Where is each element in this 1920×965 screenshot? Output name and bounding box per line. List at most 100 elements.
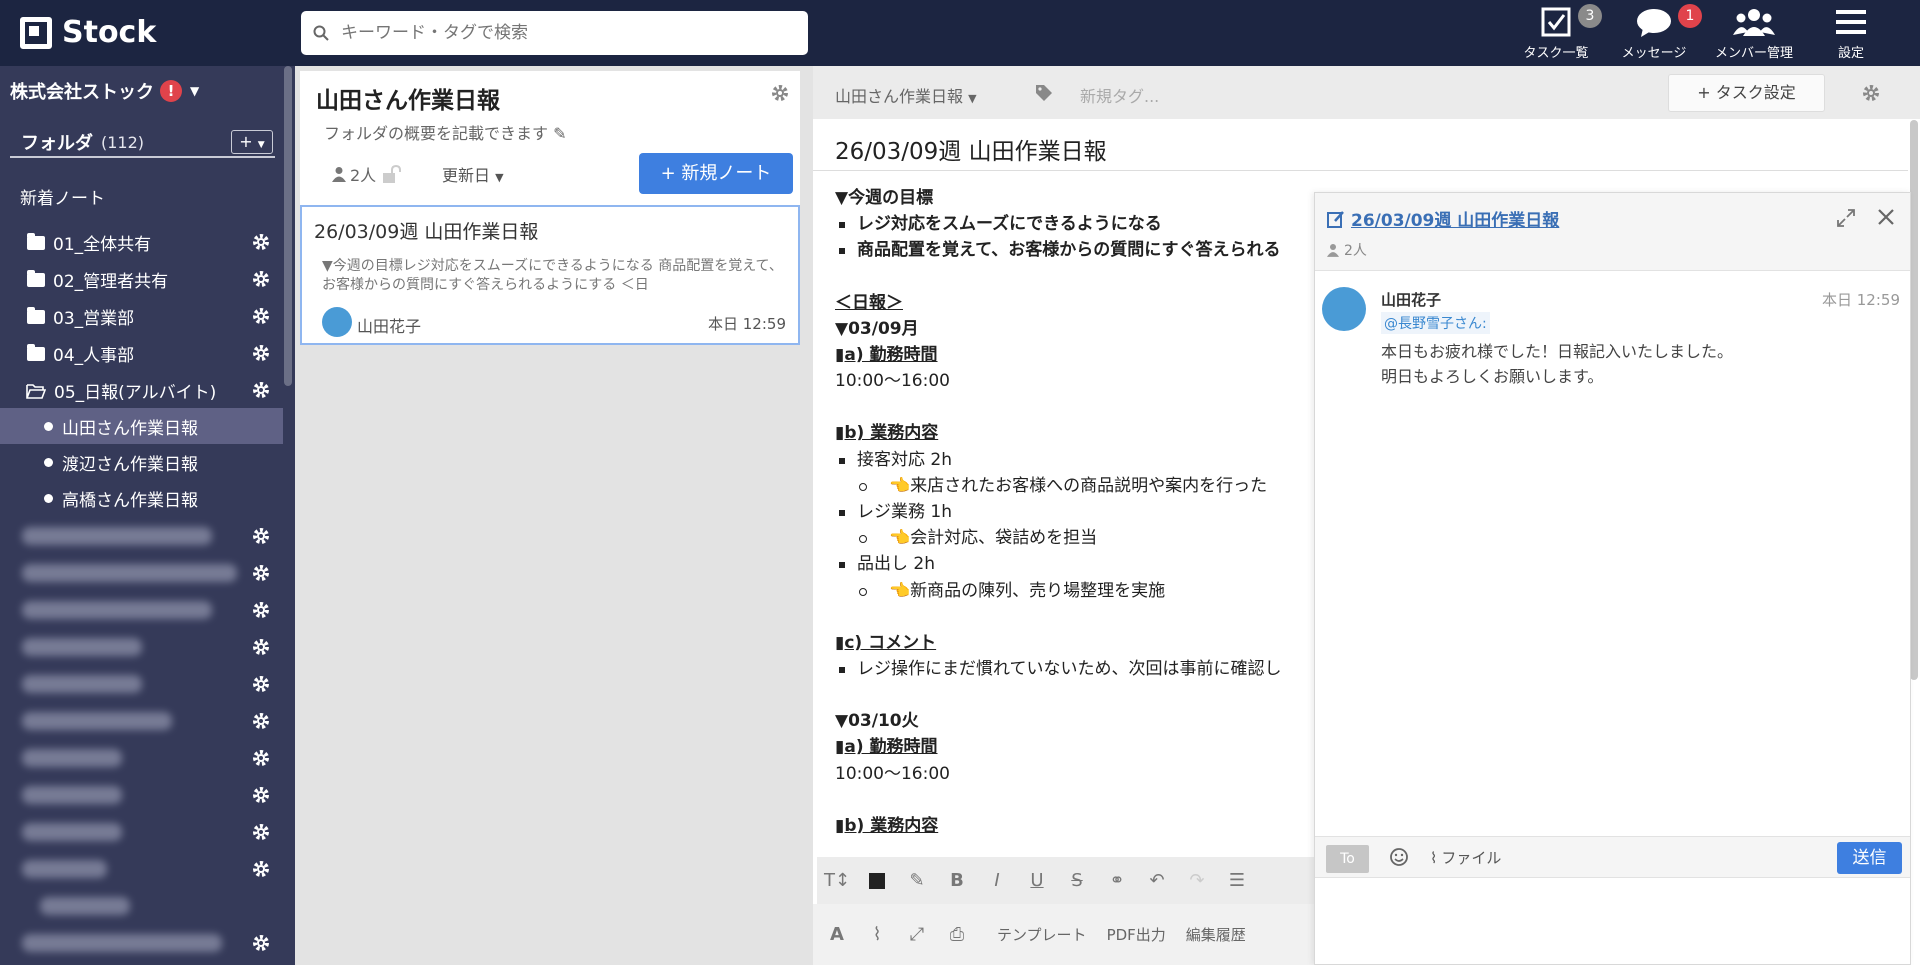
search-input[interactable] bbox=[341, 23, 781, 43]
font-icon[interactable]: A bbox=[817, 915, 857, 955]
sidebar-folder-redacted[interactable] bbox=[0, 813, 283, 850]
task-settings-button[interactable]: + タスク設定 bbox=[1668, 74, 1825, 112]
note-title[interactable]: 26/03/09週 山田作業日報 bbox=[835, 132, 1107, 166]
nav-tasks-label: タスク一覧 bbox=[1523, 46, 1589, 61]
attach-file-button[interactable]: ⌇ ファイル bbox=[1430, 847, 1501, 868]
gear-icon[interactable] bbox=[251, 380, 271, 400]
search-box[interactable] bbox=[301, 11, 808, 55]
sidebar-folder-redacted[interactable] bbox=[0, 776, 283, 813]
link-icon[interactable]: ⚭ bbox=[1097, 861, 1137, 901]
new-note-button[interactable]: + 新規ノート bbox=[639, 153, 793, 194]
sidebar-folder-redacted[interactable] bbox=[0, 924, 283, 961]
gear-icon[interactable] bbox=[251, 526, 271, 546]
redo-icon[interactable]: ↷ bbox=[1177, 861, 1217, 901]
bullet-icon bbox=[44, 421, 53, 431]
text-color-icon[interactable] bbox=[857, 861, 897, 901]
folder-header: フォルダ (112) + ▼ bbox=[10, 128, 275, 158]
sort-dropdown[interactable]: 更新日 ▼ bbox=[442, 162, 504, 186]
expand-icon[interactable]: ⤢ bbox=[897, 915, 937, 955]
top-bar: Stock タスク一覧 3 メッセージ 1 メンバー管理 設定 bbox=[0, 0, 1920, 66]
nav-members[interactable]: メンバー管理 bbox=[1704, 6, 1804, 62]
gear-icon[interactable] bbox=[251, 600, 271, 620]
close-icon[interactable] bbox=[1876, 207, 1896, 227]
sidebar-folder-03[interactable]: 03_営業部 bbox=[0, 298, 283, 335]
redacted-label bbox=[22, 601, 212, 619]
app-logo[interactable]: Stock bbox=[20, 15, 156, 50]
gear-icon[interactable] bbox=[251, 674, 271, 694]
strikethrough-icon[interactable]: S bbox=[1057, 861, 1097, 901]
sidebar-subfolder-takahashi[interactable]: 高橋さん作業日報 bbox=[0, 480, 283, 516]
sidebar-subfolder-redacted[interactable] bbox=[0, 887, 283, 924]
emoji-icon[interactable] bbox=[1389, 847, 1409, 867]
edit-history-button[interactable]: 編集履歴 bbox=[1186, 924, 1246, 945]
sidebar-subfolder-watanabe[interactable]: 渡辺さん作業日報 bbox=[0, 444, 283, 480]
note-card[interactable]: 26/03/09週 山田作業日報 ▼今週の目標レジ対応をスムーズにできるようにな… bbox=[300, 205, 800, 345]
undo-icon[interactable]: ↶ bbox=[1137, 861, 1177, 901]
gear-icon[interactable] bbox=[251, 748, 271, 768]
gear-icon[interactable] bbox=[251, 822, 271, 842]
sidebar-folder-redacted[interactable] bbox=[0, 665, 283, 702]
template-button[interactable]: テンプレート bbox=[997, 924, 1087, 945]
bold-icon[interactable]: B bbox=[937, 861, 977, 901]
new-notes-link[interactable]: 新着ノート bbox=[20, 184, 105, 209]
chat-panel: 26/03/09週 山田作業日報 2人 山田花子 本日 12:59 @長野雪子さ… bbox=[1314, 192, 1911, 965]
gear-icon[interactable] bbox=[251, 785, 271, 805]
sidebar-folder-05[interactable]: 05_日報(アルバイト) bbox=[0, 372, 283, 409]
pdf-export-button[interactable]: PDF出力 bbox=[1107, 924, 1166, 945]
gear-icon[interactable] bbox=[770, 83, 790, 103]
gear-icon[interactable] bbox=[1861, 83, 1881, 103]
gear-icon[interactable] bbox=[251, 232, 271, 252]
underline-icon[interactable]: U bbox=[1017, 861, 1057, 901]
sidebar-folder-redacted[interactable] bbox=[0, 739, 283, 776]
note-list-panel: 山田さん作業日報 フォルダの概要を記載できます ✎ 2人 更新日 ▼ + 新規ノ… bbox=[295, 66, 813, 965]
gear-icon[interactable] bbox=[251, 711, 271, 731]
chat-note-link[interactable]: 26/03/09週 山田作業日報 bbox=[1327, 206, 1559, 231]
company-selector[interactable]: 株式会社ストック ! ▼ bbox=[10, 78, 199, 104]
chat-members[interactable]: 2人 bbox=[1327, 240, 1367, 260]
folder-label: 03_営業部 bbox=[53, 309, 135, 329]
nav-tasks[interactable]: タスク一覧 3 bbox=[1506, 4, 1606, 62]
message-mention[interactable]: @長野雪子さん: bbox=[1381, 312, 1490, 334]
folder-icon bbox=[27, 343, 45, 361]
sidebar-folder-redacted[interactable] bbox=[0, 517, 283, 554]
gear-icon[interactable] bbox=[251, 859, 271, 879]
sidebar-folder-02[interactable]: 02_管理者共有 bbox=[0, 261, 283, 298]
add-folder-button[interactable]: + ▼ bbox=[231, 130, 273, 154]
chat-members-count: 2人 bbox=[1344, 243, 1367, 259]
sidebar-folder-redacted[interactable] bbox=[0, 702, 283, 739]
nav-settings[interactable]: 設定 bbox=[1801, 6, 1901, 62]
paperclip-icon: ⌇ bbox=[1430, 848, 1438, 867]
sidebar-folder-redacted[interactable] bbox=[0, 628, 283, 665]
print-icon[interactable]: ⎙ bbox=[937, 915, 977, 955]
gear-icon[interactable] bbox=[251, 563, 271, 583]
text-size-icon[interactable]: T↕ bbox=[817, 861, 857, 901]
nav-messages-label: メッセージ bbox=[1621, 46, 1687, 61]
folder-description[interactable]: フォルダの概要を記載できます ✎ bbox=[324, 120, 567, 144]
chat-message-input[interactable] bbox=[1315, 879, 1910, 964]
bullet-list-icon[interactable]: ☰ bbox=[1217, 861, 1257, 901]
expand-icon[interactable] bbox=[1837, 209, 1855, 227]
folder-header-card: 山田さん作業日報 フォルダの概要を記載できます ✎ 2人 更新日 ▼ + 新規ノ… bbox=[300, 71, 800, 206]
sidebar-folder-redacted[interactable] bbox=[0, 591, 283, 628]
sidebar-folder-01[interactable]: 01_全体共有 bbox=[0, 224, 283, 261]
editor-folder-dropdown[interactable]: 山田さん作業日報 ▼ bbox=[835, 83, 977, 107]
italic-icon[interactable]: I bbox=[977, 861, 1017, 901]
highlight-icon[interactable]: ✎ bbox=[897, 861, 937, 901]
gear-icon[interactable] bbox=[251, 933, 271, 953]
send-button[interactable]: 送信 bbox=[1837, 842, 1902, 874]
nav-messages[interactable]: メッセージ 1 bbox=[1604, 4, 1704, 62]
sidebar-folder-redacted[interactable] bbox=[0, 850, 283, 887]
sidebar-folder-redacted[interactable] bbox=[0, 554, 283, 591]
sidebar-scrollbar[interactable] bbox=[284, 66, 292, 386]
app-name: Stock bbox=[62, 15, 157, 50]
paperclip-icon[interactable]: ⌇ bbox=[857, 915, 897, 955]
sidebar-folder-04[interactable]: 04_人事部 bbox=[0, 335, 283, 372]
folder-members[interactable]: 2人 bbox=[332, 162, 402, 186]
gear-icon[interactable] bbox=[251, 306, 271, 326]
gear-icon[interactable] bbox=[251, 637, 271, 657]
gear-icon[interactable] bbox=[251, 343, 271, 363]
sidebar-subfolder-yamada[interactable]: 山田さん作業日報 bbox=[0, 408, 283, 444]
to-button[interactable]: To bbox=[1326, 845, 1369, 873]
gear-icon[interactable] bbox=[251, 269, 271, 289]
new-tag-input[interactable]: 新規タグ... bbox=[1080, 83, 1159, 107]
